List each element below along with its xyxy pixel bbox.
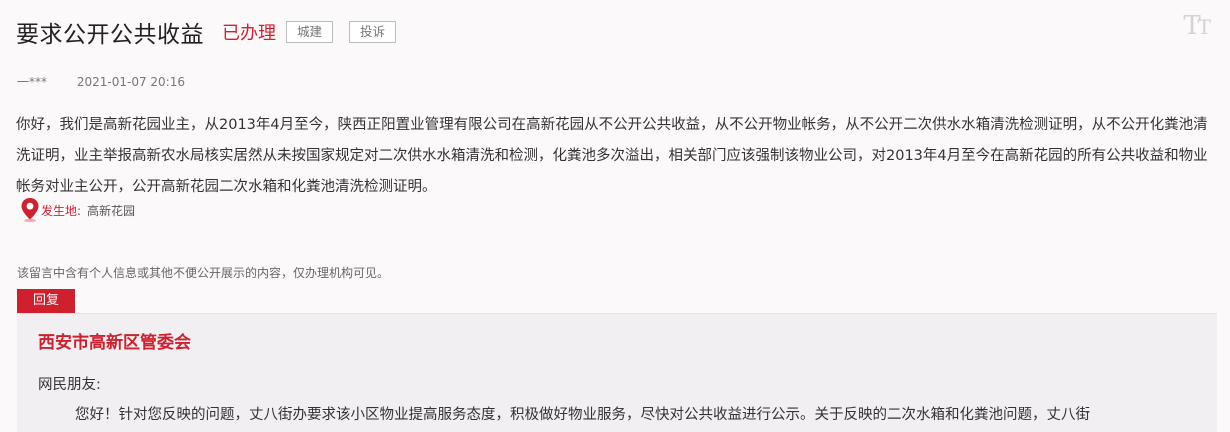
message-content: 你好，我们是高新花园业主，从2013年4月至今，陕西正阳置业管理有限公司在高新花… xyxy=(16,117,1208,195)
location-value: 高新花园 xyxy=(87,203,136,218)
reply-tab: 回复 xyxy=(17,289,75,313)
title-row: 要求公开公共收益 已办理 城建 投诉 xyxy=(16,14,397,50)
privacy-notice: 该留言中含有个人信息或其他不便公开展示的内容，仅办理机构可见。 xyxy=(17,266,390,280)
reply-body: 您好！针对您反映的问题，丈八街办要求该小区物业提高服务态度，积极做好物业服务，尽… xyxy=(75,407,1090,423)
font-size-toggle-icon[interactable]: TT xyxy=(1183,11,1211,41)
reply-box: 西安市高新区管委会 网民朋友: 您好！针对您反映的问题，丈八街办要求该小区物业提… xyxy=(17,313,1217,432)
reply-organization: 西安市高新区管委会 xyxy=(38,333,191,353)
post-meta: 一*** 2021-01-07 20:16 xyxy=(17,73,185,90)
status-badge: 已办理 xyxy=(222,23,276,44)
page-title: 要求公开公共收益 xyxy=(16,22,204,48)
reply-greeting: 网民朋友: xyxy=(38,377,101,393)
font-toggle-large: T xyxy=(1183,11,1200,41)
location-label: 发生地: xyxy=(41,203,82,218)
location: 发生地: 高新花园 xyxy=(20,197,135,223)
tag-category[interactable]: 城建 xyxy=(286,21,334,43)
tag-type[interactable]: 投诉 xyxy=(349,21,397,43)
author-name: 一*** xyxy=(17,75,48,89)
post-time: 2021-01-07 20:16 xyxy=(76,75,185,89)
map-pin-icon xyxy=(21,198,39,223)
font-toggle-small: T xyxy=(1197,15,1211,39)
